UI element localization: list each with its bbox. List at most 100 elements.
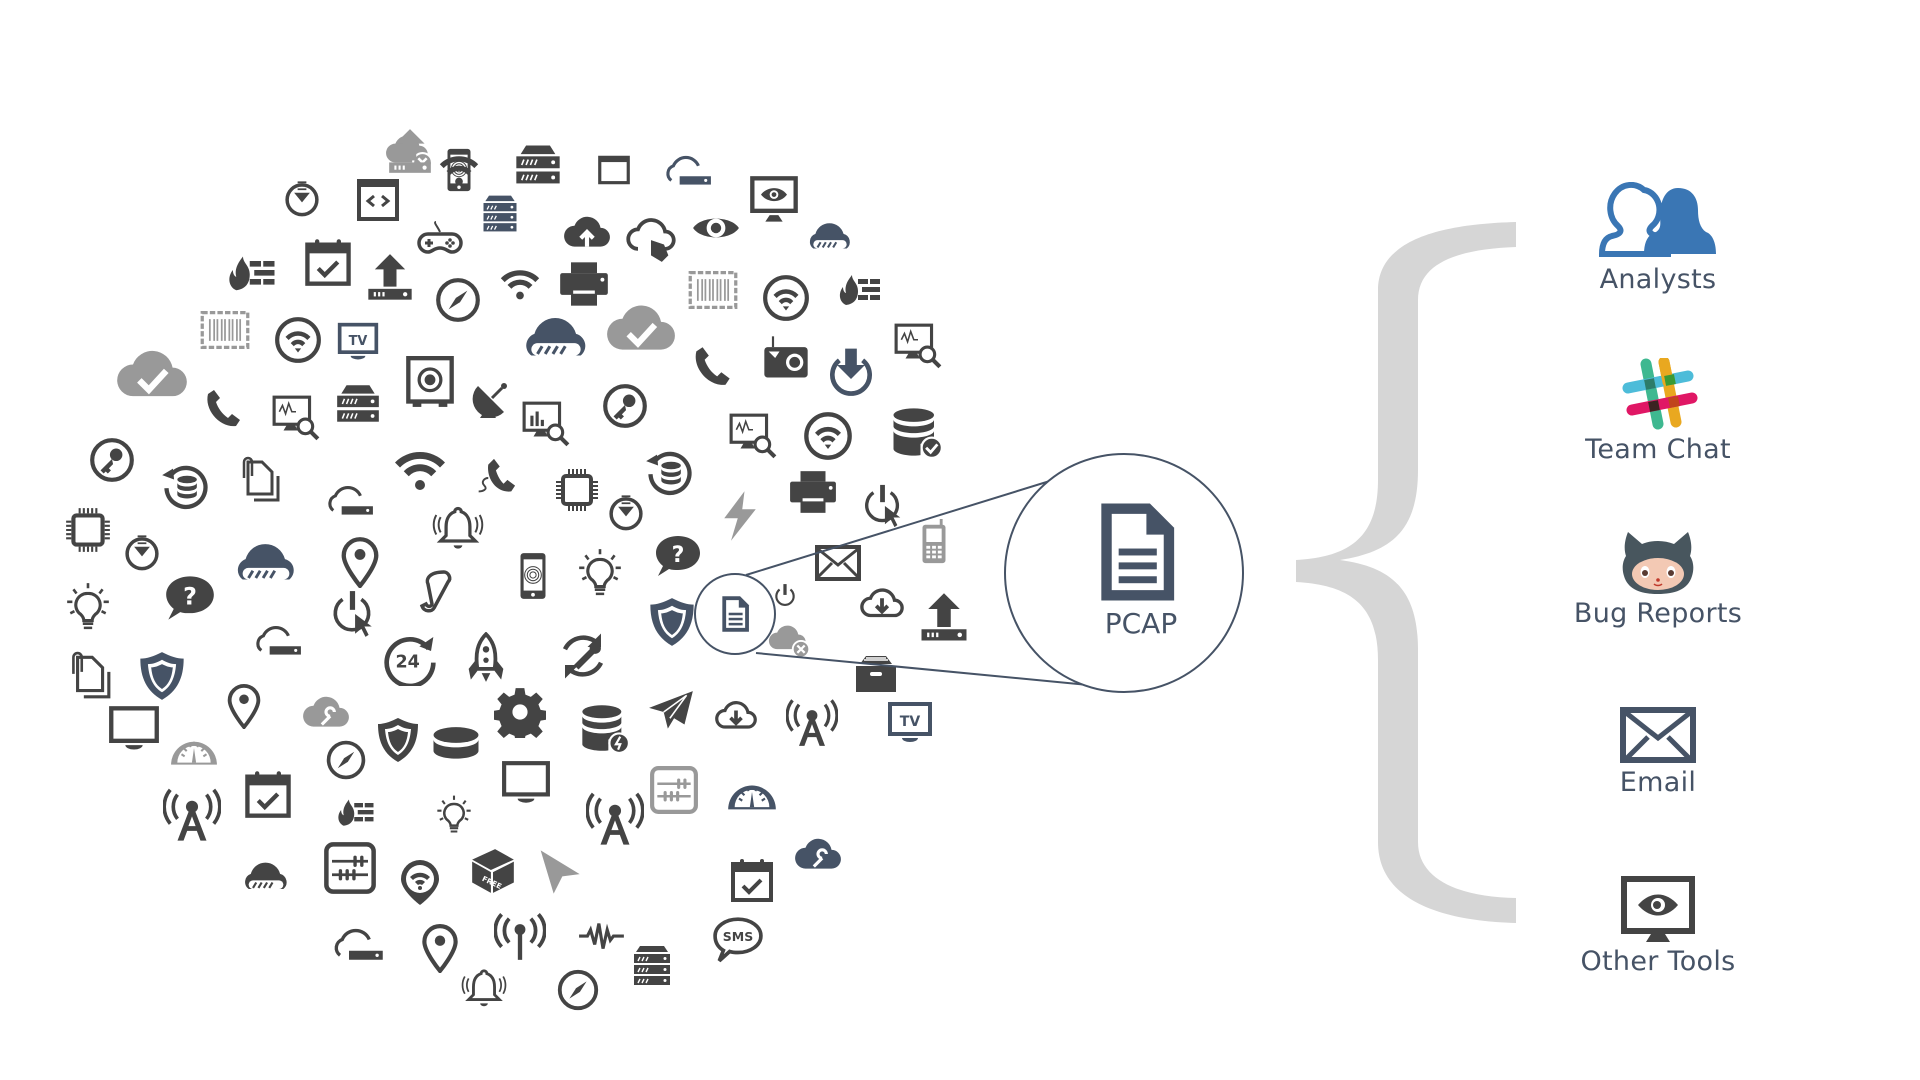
download-circle-icon [609, 493, 643, 531]
wifi-icon [395, 451, 445, 490]
shield-icon [378, 718, 418, 762]
cloud-upload-icon [564, 217, 610, 247]
sms-bubble-icon [713, 917, 763, 963]
chip-icon [66, 508, 110, 552]
document-icon [722, 596, 749, 632]
destination-email[interactable]: Email [1538, 707, 1778, 798]
power-cursor-icon [333, 589, 374, 639]
monitor-search-icon [896, 325, 940, 367]
monitor-icon [111, 708, 157, 749]
download-circle-icon [125, 533, 159, 571]
wifi-circle-icon [765, 277, 807, 319]
upload-server-icon [921, 593, 967, 641]
server-icon [515, 144, 561, 185]
gear-icon [494, 688, 546, 738]
compass-icon [438, 280, 478, 320]
mobile-phone-icon [922, 519, 946, 564]
database-refresh-icon [646, 454, 689, 493]
antenna-icon [494, 912, 546, 962]
monitor-search-icon [731, 415, 775, 457]
cloud-progress-icon [244, 861, 288, 891]
database-check-icon [892, 406, 943, 459]
gamepad-icon [417, 220, 463, 254]
antenna-tower-icon [586, 792, 644, 847]
tv-icon [888, 702, 932, 744]
slack-icon [1622, 358, 1698, 430]
compass-icon [326, 740, 366, 780]
cloud-touch-icon [626, 218, 676, 264]
lightbulb-icon [65, 581, 111, 630]
switch-panel-icon [326, 844, 373, 891]
destination-analysts[interactable]: Analysts [1538, 182, 1778, 295]
server-stack-icon [633, 945, 671, 986]
location-pin-icon [227, 683, 261, 729]
database-lightning-icon [581, 704, 630, 754]
cloud-progress-icon [524, 316, 587, 358]
icon-cloud [65, 129, 967, 1011]
code-window-icon [357, 179, 399, 221]
zoom-callout: PCAP [694, 453, 1244, 693]
cloud-download-icon [859, 588, 905, 618]
cloud-wrench-icon [301, 695, 351, 729]
destination-other-tools[interactable]: Other Tools [1538, 876, 1778, 977]
attachment-icon [242, 456, 280, 502]
server-icon [336, 384, 380, 423]
firewall-icon [338, 799, 374, 826]
location-pin-icon [424, 926, 455, 971]
database-refresh-icon [162, 468, 205, 507]
compass-icon [557, 969, 599, 1011]
cloud-check-icon [117, 351, 187, 396]
destination-label: Other Tools [1580, 946, 1736, 977]
firewall-icon [229, 256, 275, 291]
lightbulb-icon [577, 547, 623, 596]
monitor-eye-icon [1621, 876, 1695, 942]
printer-icon [560, 262, 608, 306]
power-cursor-icon [865, 483, 902, 529]
help-bubble-icon [656, 536, 700, 576]
help-bubble-icon [166, 576, 214, 620]
envelope-icon [1620, 707, 1696, 763]
antenna-tower-icon [786, 698, 838, 748]
rocket-icon [466, 632, 506, 684]
calendar-check-icon [731, 857, 773, 902]
wifi-icon [439, 156, 479, 186]
tv-icon [337, 322, 379, 362]
satellite-dish-icon [471, 381, 509, 420]
radio-icon [764, 336, 808, 378]
power-icon [775, 583, 795, 607]
phone-icon [695, 347, 730, 385]
destination-bug-reports[interactable]: Bug Reports [1538, 530, 1778, 629]
archive-box-icon [855, 655, 897, 693]
shield-icon [650, 598, 694, 646]
users-icon [1598, 182, 1716, 257]
cloud-wrench-icon [793, 837, 843, 871]
shield-icon [140, 652, 184, 700]
wifi-circle-icon [806, 414, 849, 457]
wifi-icon [500, 270, 540, 300]
calendar-check-icon [247, 771, 288, 815]
destination-team-chat[interactable]: Team Chat [1538, 358, 1778, 465]
cursor-arrow-icon [540, 850, 580, 894]
destination-label: Analysts [1599, 264, 1717, 295]
cloud-progress-icon [236, 542, 296, 581]
safe-icon [408, 358, 451, 407]
package-icon [472, 849, 514, 893]
calendar-check-icon [307, 239, 348, 283]
gauge-icon [727, 784, 777, 811]
cloud-server-icon [328, 485, 375, 517]
key-circle-icon [605, 386, 645, 426]
barcode-icon [688, 271, 738, 309]
location-pin-icon [344, 539, 377, 586]
bell-icon [432, 506, 484, 551]
refresh-wrench-icon [565, 634, 601, 679]
key-circle-icon [92, 440, 132, 480]
attachment-icon [71, 651, 111, 699]
server-stack-icon [482, 195, 518, 233]
monitor-search-icon [274, 397, 318, 439]
printer-icon [790, 471, 836, 513]
cloud-progress-icon [808, 222, 851, 250]
download-circle-icon [285, 179, 319, 217]
cloud-server-icon [666, 155, 713, 187]
paper-plane-icon [648, 690, 694, 730]
monitor-eye-icon [752, 178, 795, 221]
